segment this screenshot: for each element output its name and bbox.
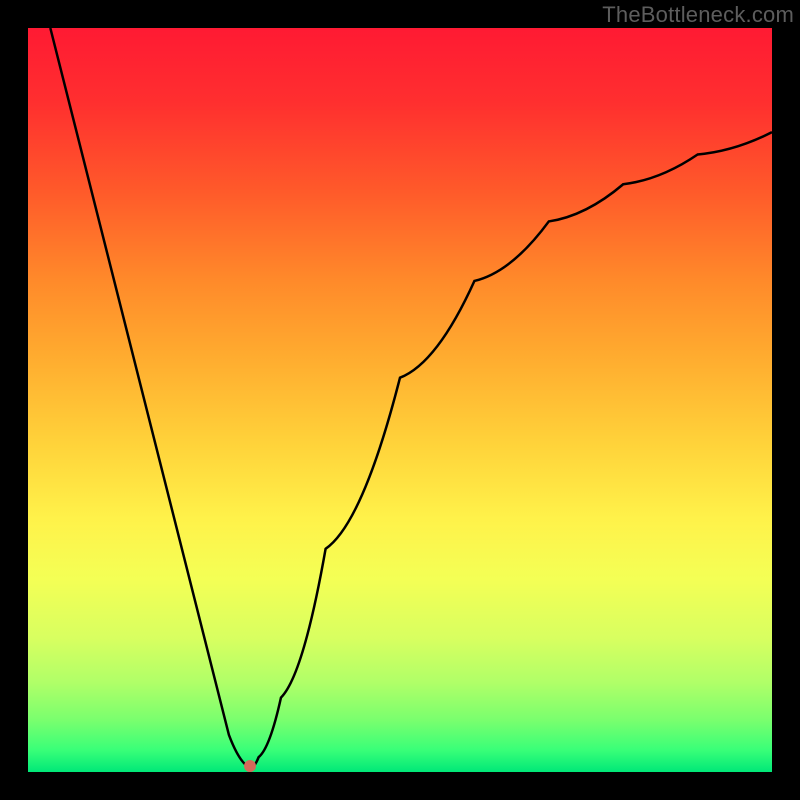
watermark-text: TheBottleneck.com [602,2,794,28]
minimum-marker [244,760,256,772]
bottleneck-curve [28,28,772,772]
chart-frame: TheBottleneck.com [0,0,800,800]
plot-area [28,28,772,772]
